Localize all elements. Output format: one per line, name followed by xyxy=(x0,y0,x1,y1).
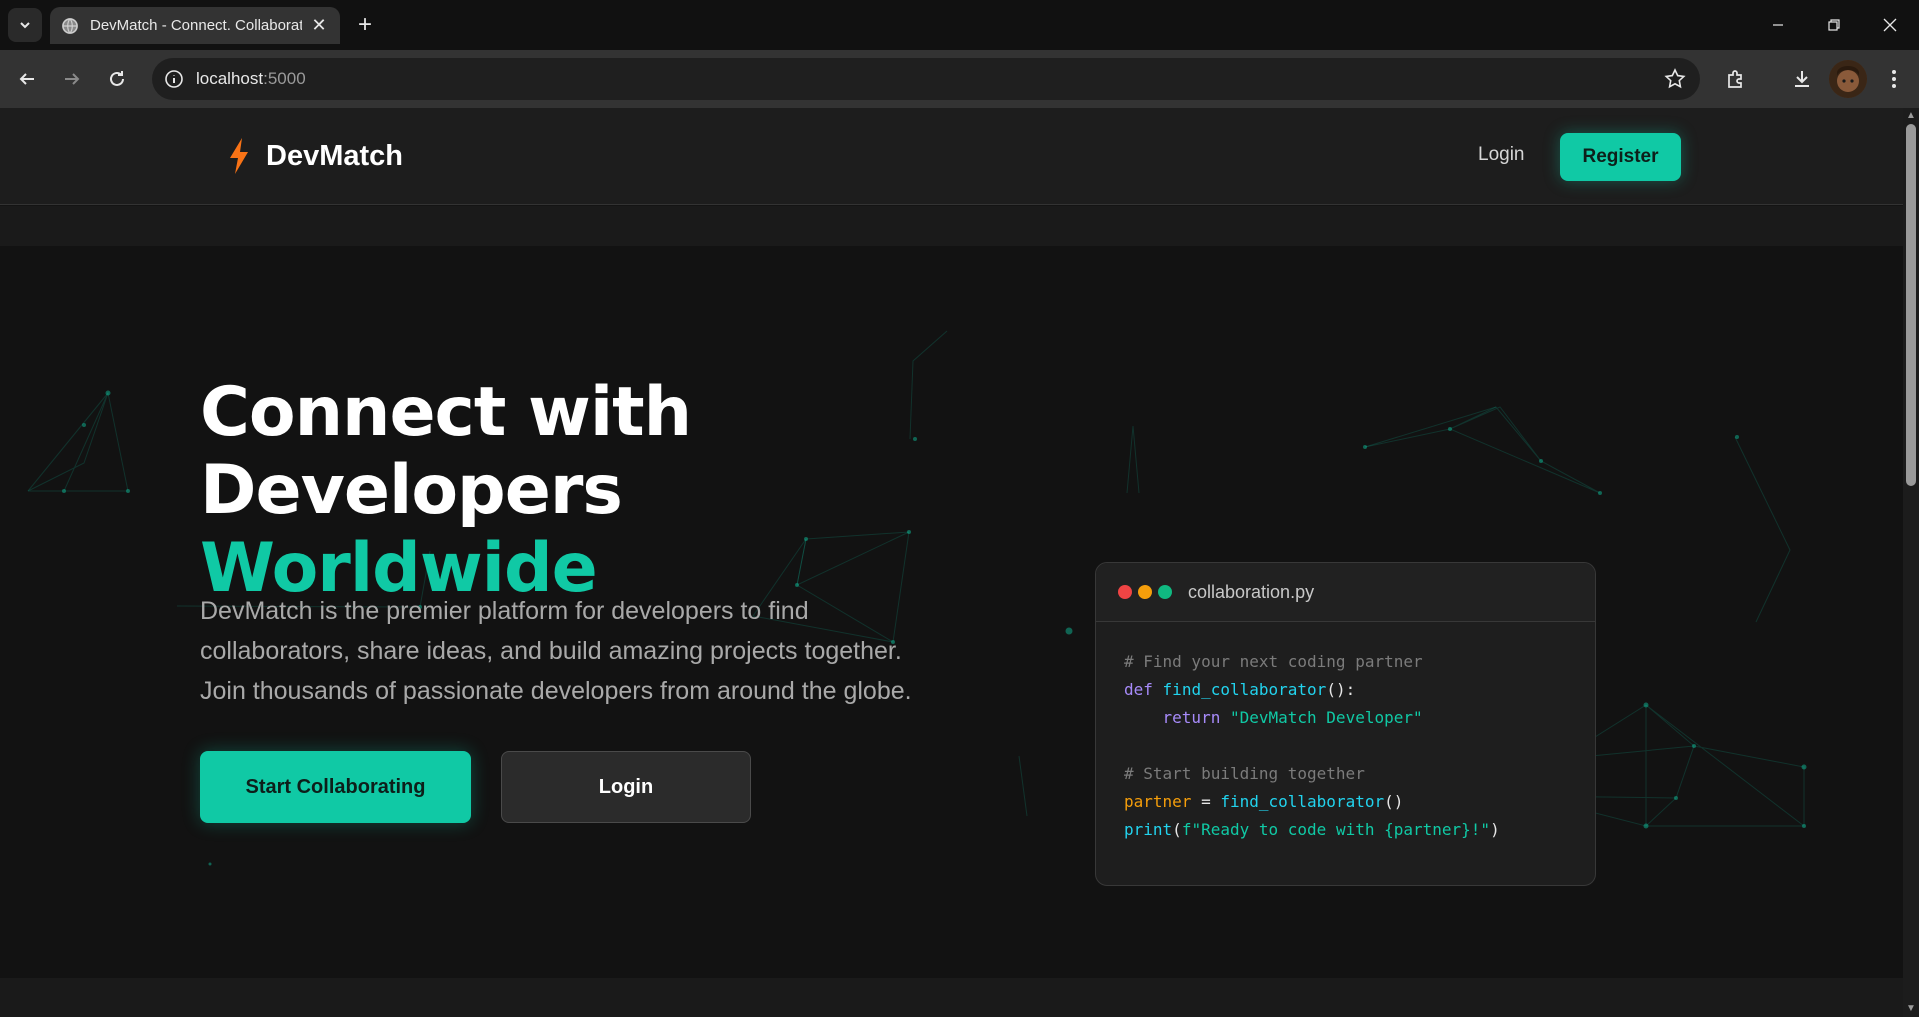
hero-section: Connect with Developers Worldwide DevMat… xyxy=(0,246,1903,978)
code-token: return xyxy=(1162,708,1221,727)
code-line: # Find your next coding partner xyxy=(1124,652,1423,671)
scroll-down-arrow-icon[interactable]: ▼ xyxy=(1906,1004,1916,1014)
arrow-right-icon xyxy=(65,73,80,85)
close-icon xyxy=(1883,18,1897,32)
code-snippet: # Find your next coding partner def find… xyxy=(1096,622,1595,870)
code-token: find_collaborator xyxy=(1220,792,1385,811)
code-token: ) xyxy=(1490,820,1500,839)
hero-title: Connect with Developers Worldwide xyxy=(200,374,960,608)
hero-title-line1: Connect with xyxy=(200,373,692,452)
restore-icon xyxy=(1828,19,1840,31)
header-login-link[interactable]: Login xyxy=(1478,144,1525,166)
window-dot-yellow xyxy=(1138,585,1152,599)
reload-button[interactable] xyxy=(99,61,135,97)
extensions-button[interactable] xyxy=(1718,61,1754,97)
code-filename: collaboration.py xyxy=(1188,581,1315,602)
browser-menu-button[interactable] xyxy=(1876,61,1912,97)
tab-search-button[interactable] xyxy=(8,8,42,42)
browser-toolbar: localhost:5000 xyxy=(0,50,1919,108)
code-token: ( xyxy=(1172,820,1182,839)
reload-icon xyxy=(110,71,124,86)
code-token: "DevMatch Developer" xyxy=(1229,708,1423,727)
hero-title-line2: Developers xyxy=(200,451,623,530)
code-token: = xyxy=(1191,792,1221,811)
browser-tabbar: DevMatch - Connect. Collaborate ✕ + xyxy=(0,0,1919,50)
puzzle-icon xyxy=(1728,70,1742,88)
site-header: DevMatch Login Register xyxy=(0,108,1903,205)
scrollbar-thumb[interactable] xyxy=(1906,124,1916,486)
page-viewport: DevMatch Login Register Connect with Dev… xyxy=(0,108,1903,1017)
minimize-button[interactable] xyxy=(1750,0,1806,50)
new-tab-button[interactable]: + xyxy=(350,10,380,40)
scroll-up-arrow-icon[interactable]: ▲ xyxy=(1906,111,1916,121)
code-line: # Start building together xyxy=(1124,764,1365,783)
next-section-edge xyxy=(0,978,1903,1017)
url-host: localhost xyxy=(196,69,264,88)
back-button[interactable] xyxy=(9,61,45,97)
code-token: f"Ready to code with {partner}!" xyxy=(1181,820,1491,839)
hero-description: DevMatch is the premier platform for dev… xyxy=(200,597,912,705)
window-dot-red xyxy=(1118,585,1132,599)
brand-name: DevMatch xyxy=(266,139,403,172)
bookmark-star-icon[interactable] xyxy=(1664,68,1686,90)
tab-close-icon[interactable]: ✕ xyxy=(310,15,328,36)
window-dot-green xyxy=(1158,585,1172,599)
code-token: partner xyxy=(1124,792,1192,811)
code-token: () xyxy=(1384,792,1404,811)
hero-login-button[interactable]: Login xyxy=(501,751,751,823)
code-card-header: collaboration.py xyxy=(1096,563,1595,622)
forward-button[interactable] xyxy=(54,61,90,97)
chevron-down-icon xyxy=(20,22,30,29)
header-spacer xyxy=(0,206,1903,246)
browser-tab-active[interactable]: DevMatch - Connect. Collaborate ✕ xyxy=(50,7,340,44)
code-token: def xyxy=(1124,680,1153,699)
url-port: :5000 xyxy=(263,69,306,88)
info-icon[interactable] xyxy=(164,69,184,89)
tab-title: DevMatch - Connect. Collaborate xyxy=(90,17,302,34)
close-window-button[interactable] xyxy=(1862,0,1918,50)
lightning-bolt-icon xyxy=(230,138,248,174)
code-token: print xyxy=(1124,820,1173,839)
download-icon xyxy=(1795,71,1809,87)
address-bar[interactable]: localhost:5000 xyxy=(152,58,1700,100)
code-token: (): xyxy=(1326,680,1356,699)
minimize-icon xyxy=(1773,24,1783,26)
header-register-button[interactable]: Register xyxy=(1560,133,1681,181)
globe-icon xyxy=(62,17,78,34)
start-collaborating-button[interactable]: Start Collaborating xyxy=(200,751,471,823)
more-vertical-icon xyxy=(1892,70,1896,88)
brand-logo[interactable]: DevMatch xyxy=(228,138,403,174)
code-token: find_collaborator xyxy=(1162,680,1327,699)
profile-avatar[interactable] xyxy=(1829,60,1867,98)
page-scrollbar[interactable]: ▲ ▼ xyxy=(1903,108,1919,1017)
arrow-left-icon xyxy=(19,73,34,85)
restore-button[interactable] xyxy=(1806,0,1862,50)
downloads-button[interactable] xyxy=(1784,61,1820,97)
code-preview-card: collaboration.py # Find your next coding… xyxy=(1095,562,1596,886)
